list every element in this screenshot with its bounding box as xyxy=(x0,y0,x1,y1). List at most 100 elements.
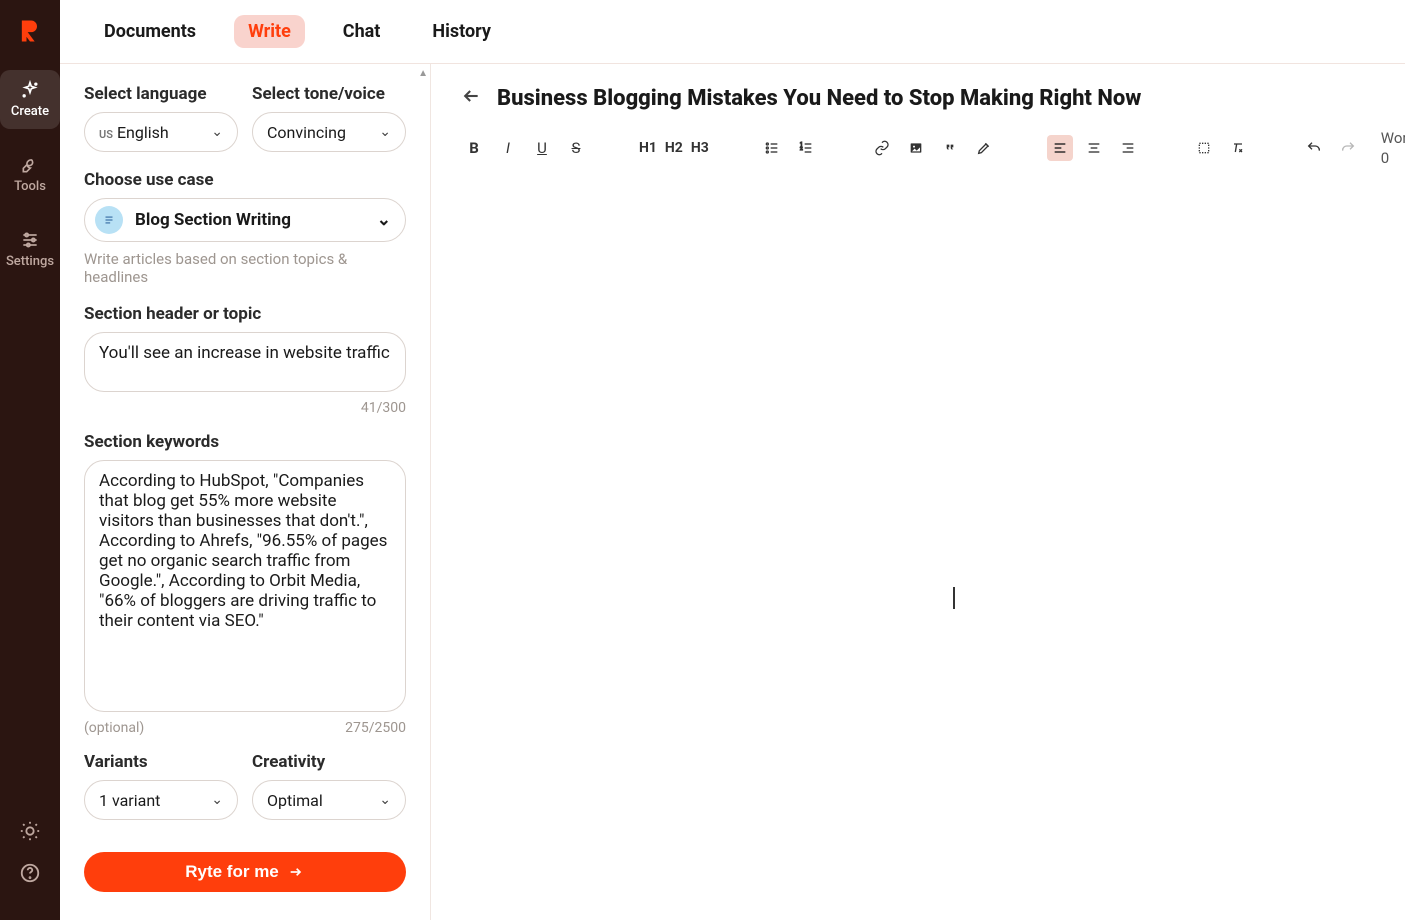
bullet-list-button[interactable] xyxy=(759,135,785,161)
scroll-up-icon: ▲ xyxy=(418,68,428,79)
usecase-value: Blog Section Writing xyxy=(135,210,291,230)
chevron-down-icon: ⌄ xyxy=(377,210,391,230)
select-all-icon xyxy=(1196,140,1212,156)
document-title[interactable]: Business Blogging Mistakes You Need to S… xyxy=(497,86,1405,111)
sidebar-item-label: Settings xyxy=(6,254,54,269)
quote-button[interactable] xyxy=(937,135,963,161)
help-icon xyxy=(19,862,41,884)
wrench-icon xyxy=(20,155,40,175)
chevron-down-icon: ⌄ xyxy=(211,792,223,808)
creativity-select[interactable]: Optimal ⌄ xyxy=(252,780,406,820)
sidebar-item-settings[interactable]: Settings xyxy=(0,220,60,279)
words-label: Words xyxy=(1381,129,1405,147)
language-prefix: US xyxy=(99,128,113,141)
text-cursor-icon xyxy=(953,587,955,609)
text-icon xyxy=(102,213,116,227)
back-button[interactable] xyxy=(461,86,481,111)
help-button[interactable] xyxy=(19,862,41,888)
sidebar-item-tools[interactable]: Tools xyxy=(0,145,60,204)
language-label: Select language xyxy=(84,84,238,104)
editor-panel: Business Blogging Mistakes You Need to S… xyxy=(430,64,1405,920)
language-value: English xyxy=(117,123,169,142)
redo-button[interactable] xyxy=(1335,135,1361,161)
h2-button[interactable]: H2 xyxy=(665,140,683,156)
link-icon xyxy=(874,140,890,156)
bullet-list-icon xyxy=(764,140,780,156)
underline-button[interactable]: U xyxy=(529,135,555,161)
keywords-counter: 275/2500 xyxy=(345,720,406,736)
highlight-icon xyxy=(976,140,992,156)
language-select[interactable]: US English ⌄ xyxy=(84,112,238,152)
highlight-button[interactable] xyxy=(971,135,997,161)
section-header-counter: 41/300 xyxy=(361,400,406,416)
variants-select[interactable]: 1 variant ⌄ xyxy=(84,780,238,820)
h1-button[interactable]: H1 xyxy=(639,140,657,156)
theme-toggle-button[interactable] xyxy=(19,820,41,846)
align-center-icon xyxy=(1086,140,1102,156)
variants-label: Variants xyxy=(84,752,238,772)
chevron-down-icon: ⌄ xyxy=(211,124,223,140)
top-tabs: Documents Write Chat History xyxy=(60,0,1405,64)
align-right-icon xyxy=(1120,140,1136,156)
numbered-list-icon: 12 xyxy=(798,140,814,156)
arrow-left-icon xyxy=(461,86,481,106)
undo-icon xyxy=(1306,140,1322,156)
section-keywords-input[interactable] xyxy=(84,460,406,712)
editor-content[interactable] xyxy=(461,167,1405,898)
redo-icon xyxy=(1340,140,1356,156)
left-sidebar: Create Tools Settings xyxy=(0,0,60,920)
creativity-label: Creativity xyxy=(252,752,406,772)
bold-button[interactable]: B xyxy=(461,135,487,161)
image-icon xyxy=(908,140,924,156)
align-center-button[interactable] xyxy=(1081,135,1107,161)
sliders-icon xyxy=(20,230,40,250)
section-keywords-label: Section keywords xyxy=(84,432,406,452)
h3-button[interactable]: H3 xyxy=(691,140,709,156)
undo-button[interactable] xyxy=(1301,135,1327,161)
section-header-input[interactable] xyxy=(84,332,406,392)
variants-value: 1 variant xyxy=(99,791,160,810)
tone-select[interactable]: Convincing ⌄ xyxy=(252,112,406,152)
strikethrough-button[interactable]: S xyxy=(563,135,589,161)
chevron-down-icon: ⌄ xyxy=(379,124,391,140)
sidebar-item-label: Tools xyxy=(14,179,46,194)
form-panel: ▲ Select language US English ⌄ Select ton… xyxy=(60,64,430,920)
tab-write[interactable]: Write xyxy=(234,15,305,48)
submit-button[interactable]: Ryte for me xyxy=(84,852,406,892)
section-header-label: Section header or topic xyxy=(84,304,406,324)
align-left-button[interactable] xyxy=(1047,135,1073,161)
keywords-optional: (optional) xyxy=(84,720,144,736)
link-button[interactable] xyxy=(869,135,895,161)
submit-label: Ryte for me xyxy=(185,862,279,882)
numbered-list-button[interactable]: 12 xyxy=(793,135,819,161)
usecase-icon xyxy=(95,206,123,234)
tone-value: Convincing xyxy=(267,123,346,142)
words-stat: Words 0 xyxy=(1381,129,1405,167)
clear-format-button[interactable] xyxy=(1225,135,1251,161)
tab-documents[interactable]: Documents xyxy=(90,15,210,48)
editor-toolbar: B I U S H1 H2 H3 12 xyxy=(461,129,1405,167)
usecase-select[interactable]: Blog Section Writing ⌄ xyxy=(84,198,406,242)
usecase-helper: Write articles based on section topics &… xyxy=(84,250,406,286)
tone-label: Select tone/voice xyxy=(252,84,406,104)
arrow-right-icon xyxy=(287,864,305,880)
words-value: 0 xyxy=(1381,149,1405,167)
select-all-button[interactable] xyxy=(1191,135,1217,161)
image-button[interactable] xyxy=(903,135,929,161)
sidebar-item-create[interactable]: Create xyxy=(0,70,60,129)
align-right-button[interactable] xyxy=(1115,135,1141,161)
usecase-label: Choose use case xyxy=(84,170,406,190)
align-left-icon xyxy=(1052,140,1068,156)
chevron-down-icon: ⌄ xyxy=(379,792,391,808)
tab-history[interactable]: History xyxy=(418,15,505,48)
clear-format-icon xyxy=(1230,140,1246,156)
logo xyxy=(15,16,45,46)
sun-icon xyxy=(19,820,41,842)
tab-chat[interactable]: Chat xyxy=(329,15,395,48)
creativity-value: Optimal xyxy=(267,791,323,810)
sparkle-icon xyxy=(20,80,40,100)
sidebar-item-label: Create xyxy=(11,104,49,119)
italic-button[interactable]: I xyxy=(495,135,521,161)
svg-text:2: 2 xyxy=(800,146,803,152)
quote-icon xyxy=(942,140,958,156)
